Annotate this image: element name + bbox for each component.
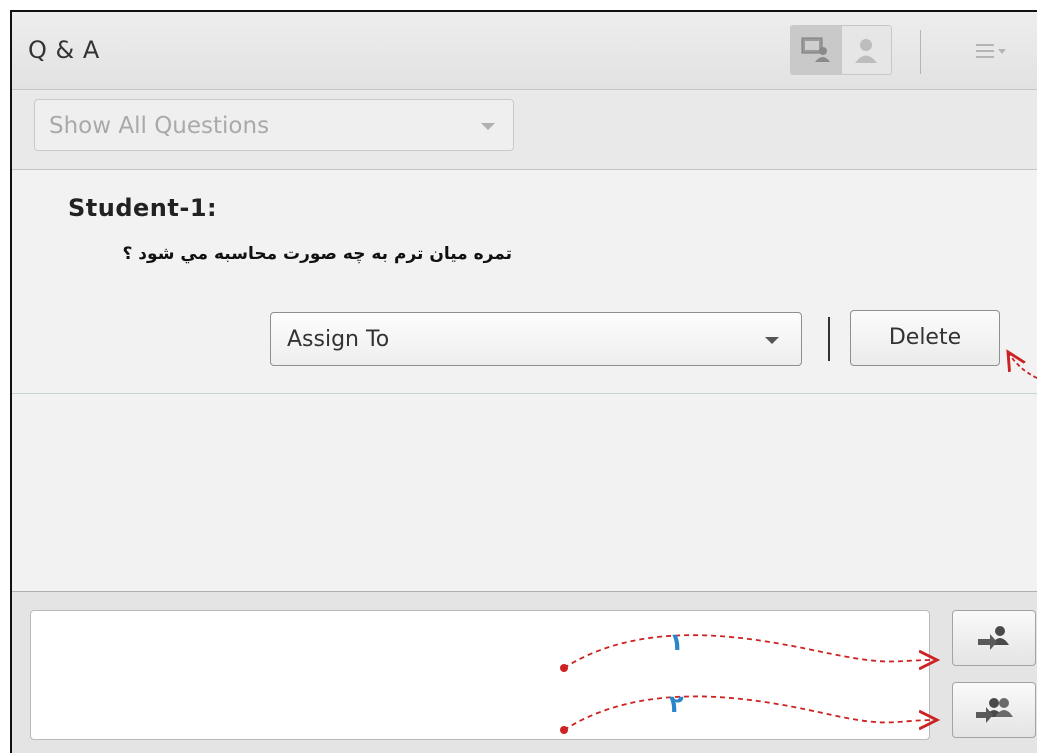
qa-pod: Q & A Show All Questions Student-1: تمره… <box>10 10 1037 753</box>
question-filter-value: Show All Questions <box>49 113 270 139</box>
question-text: تمره ميان ترم به چه صورت محاسبه مي شود ؟ <box>122 244 512 264</box>
question-list-empty-space <box>12 394 1037 592</box>
compose-area <box>12 592 1037 753</box>
question-author: Student-1: <box>68 194 218 222</box>
message-input[interactable] <box>30 610 930 740</box>
presenter-view-button[interactable] <box>791 26 841 74</box>
action-divider <box>828 317 830 361</box>
view-toggle[interactable] <box>790 25 892 75</box>
delete-button[interactable]: Delete <box>850 310 1000 366</box>
menu-icon[interactable] <box>976 40 1012 62</box>
participant-view-icon <box>855 39 878 63</box>
send-to-presenter-icon <box>978 626 1009 650</box>
pod-title: Q & A <box>28 36 100 64</box>
participant-view-button[interactable] <box>840 26 891 74</box>
question-filter-dropdown[interactable]: Show All Questions <box>34 99 514 151</box>
chevron-down-icon <box>765 337 779 344</box>
header-divider <box>920 30 921 74</box>
annotation-label-2: ٢ <box>669 690 684 718</box>
send-to-presenter-button[interactable] <box>952 610 1036 666</box>
question-item[interactable]: Student-1: تمره ميان ترم به چه صورت محاس… <box>12 170 1037 394</box>
send-to-all-button[interactable] <box>952 682 1036 738</box>
pod-header: Q & A <box>12 12 1037 90</box>
presenter-view-icon <box>801 37 830 62</box>
send-to-all-icon <box>976 698 1013 723</box>
assign-to-label: Assign To <box>287 327 390 352</box>
filter-row: Show All Questions <box>12 90 1037 170</box>
annotation-label-1: ١ <box>669 628 684 656</box>
chevron-down-icon <box>481 123 495 130</box>
assign-to-dropdown[interactable]: Assign To <box>270 312 802 366</box>
